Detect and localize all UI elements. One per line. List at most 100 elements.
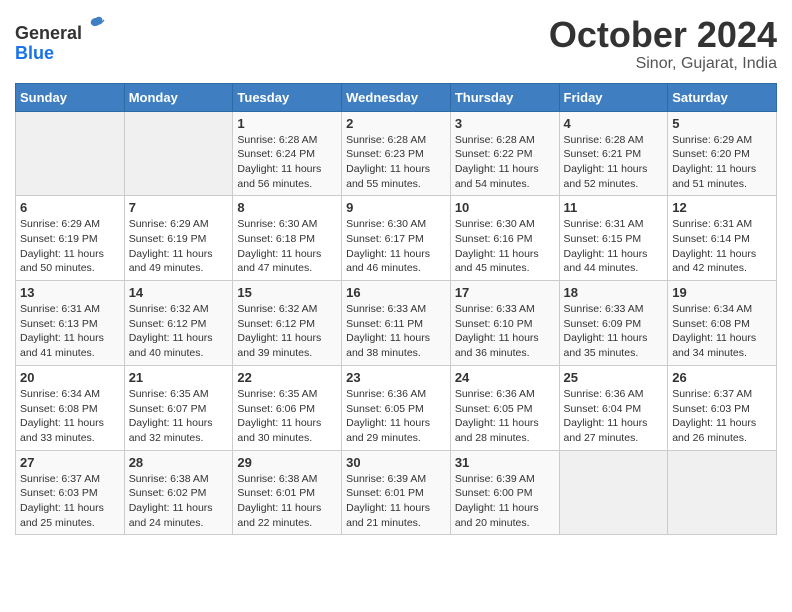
day-number: 11: [564, 200, 664, 215]
calendar-cell: [16, 111, 125, 196]
day-number: 26: [672, 370, 772, 385]
day-info: Sunrise: 6:36 AMSunset: 6:05 PMDaylight:…: [346, 387, 446, 446]
header-friday: Friday: [559, 83, 668, 111]
day-number: 25: [564, 370, 664, 385]
week-row-0: 1 Sunrise: 6:28 AMSunset: 6:24 PMDaylight…: [16, 111, 777, 196]
day-info: Sunrise: 6:31 AMSunset: 6:13 PMDaylight:…: [20, 302, 120, 361]
day-number: 24: [455, 370, 555, 385]
day-info: Sunrise: 6:37 AMSunset: 6:03 PMDaylight:…: [672, 387, 772, 446]
day-number: 10: [455, 200, 555, 215]
day-number: 31: [455, 455, 555, 470]
calendar-cell: 5 Sunrise: 6:29 AMSunset: 6:20 PMDaylight…: [668, 111, 777, 196]
calendar-cell: 21 Sunrise: 6:35 AMSunset: 6:07 PMDayligh…: [124, 365, 233, 450]
day-info: Sunrise: 6:29 AMSunset: 6:20 PMDaylight:…: [672, 133, 772, 192]
calendar-cell: 9 Sunrise: 6:30 AMSunset: 6:17 PMDaylight…: [342, 196, 451, 281]
day-number: 30: [346, 455, 446, 470]
day-number: 6: [20, 200, 120, 215]
header-row: SundayMondayTuesdayWednesdayThursdayFrid…: [16, 83, 777, 111]
day-number: 23: [346, 370, 446, 385]
calendar-cell: 27 Sunrise: 6:37 AMSunset: 6:03 PMDayligh…: [16, 450, 125, 535]
day-info: Sunrise: 6:32 AMSunset: 6:12 PMDaylight:…: [237, 302, 337, 361]
day-info: Sunrise: 6:38 AMSunset: 6:01 PMDaylight:…: [237, 472, 337, 531]
day-info: Sunrise: 6:34 AMSunset: 6:08 PMDaylight:…: [20, 387, 120, 446]
day-info: Sunrise: 6:36 AMSunset: 6:05 PMDaylight:…: [455, 387, 555, 446]
calendar-cell: [559, 450, 668, 535]
day-number: 20: [20, 370, 120, 385]
page-header: General Blue October 2024 Sinor, Gujarat…: [15, 15, 777, 73]
day-number: 28: [129, 455, 229, 470]
calendar-cell: 13 Sunrise: 6:31 AMSunset: 6:13 PMDayligh…: [16, 281, 125, 366]
day-info: Sunrise: 6:28 AMSunset: 6:22 PMDaylight:…: [455, 133, 555, 192]
logo-blue-text: Blue: [15, 44, 108, 64]
calendar-cell: 22Sunrise: 6:35 AMSunset: 6:06 PMDayligh…: [233, 365, 342, 450]
logo-text: General: [15, 15, 108, 44]
day-number: 9: [346, 200, 446, 215]
calendar-cell: 31 Sunrise: 6:39 AMSunset: 6:00 PMDayligh…: [450, 450, 559, 535]
day-number: 4: [564, 116, 664, 131]
calendar-cell: 1 Sunrise: 6:28 AMSunset: 6:24 PMDaylight…: [233, 111, 342, 196]
calendar-cell: 19 Sunrise: 6:34 AMSunset: 6:08 PMDayligh…: [668, 281, 777, 366]
day-info: Sunrise: 6:28 AMSunset: 6:24 PMDaylight:…: [237, 133, 337, 192]
location-subtitle: Sinor, Gujarat, India: [549, 55, 777, 73]
calendar-table: SundayMondayTuesdayWednesdayThursdayFrid…: [15, 83, 777, 536]
header-thursday: Thursday: [450, 83, 559, 111]
day-number: 14: [129, 285, 229, 300]
calendar-cell: 12 Sunrise: 6:31 AMSunset: 6:14 PMDayligh…: [668, 196, 777, 281]
calendar-cell: 18 Sunrise: 6:33 AMSunset: 6:09 PMDayligh…: [559, 281, 668, 366]
calendar-cell: 15 Sunrise: 6:32 AMSunset: 6:12 PMDayligh…: [233, 281, 342, 366]
calendar-cell: 20 Sunrise: 6:34 AMSunset: 6:08 PMDayligh…: [16, 365, 125, 450]
calendar-cell: 29 Sunrise: 6:38 AMSunset: 6:01 PMDayligh…: [233, 450, 342, 535]
day-info: Sunrise: 6:31 AMSunset: 6:15 PMDaylight:…: [564, 217, 664, 276]
day-number: 12: [672, 200, 772, 215]
day-number: 2: [346, 116, 446, 131]
day-info: Sunrise: 6:29 AMSunset: 6:19 PMDaylight:…: [20, 217, 120, 276]
calendar-cell: 24 Sunrise: 6:36 AMSunset: 6:05 PMDayligh…: [450, 365, 559, 450]
day-info: Sunrise: 6:39 AMSunset: 6:01 PMDaylight:…: [346, 472, 446, 531]
week-row-1: 6 Sunrise: 6:29 AMSunset: 6:19 PMDaylight…: [16, 196, 777, 281]
calendar-cell: 16Sunrise: 6:33 AMSunset: 6:11 PMDayligh…: [342, 281, 451, 366]
calendar-body: 1 Sunrise: 6:28 AMSunset: 6:24 PMDaylight…: [16, 111, 777, 535]
calendar-cell: 30 Sunrise: 6:39 AMSunset: 6:01 PMDayligh…: [342, 450, 451, 535]
header-saturday: Saturday: [668, 83, 777, 111]
day-number: 16: [346, 285, 446, 300]
day-info: Sunrise: 6:28 AMSunset: 6:21 PMDaylight:…: [564, 133, 664, 192]
day-info: Sunrise: 6:33 AMSunset: 6:09 PMDaylight:…: [564, 302, 664, 361]
week-row-2: 13 Sunrise: 6:31 AMSunset: 6:13 PMDayligh…: [16, 281, 777, 366]
day-number: 29: [237, 455, 337, 470]
day-number: 21: [129, 370, 229, 385]
header-monday: Monday: [124, 83, 233, 111]
calendar-cell: 14Sunrise: 6:32 AMSunset: 6:12 PMDayligh…: [124, 281, 233, 366]
calendar-header: SundayMondayTuesdayWednesdayThursdayFrid…: [16, 83, 777, 111]
day-info: Sunrise: 6:34 AMSunset: 6:08 PMDaylight:…: [672, 302, 772, 361]
day-number: 7: [129, 200, 229, 215]
day-info: Sunrise: 6:31 AMSunset: 6:14 PMDaylight:…: [672, 217, 772, 276]
calendar-cell: 17Sunrise: 6:33 AMSunset: 6:10 PMDayligh…: [450, 281, 559, 366]
calendar-cell: 2Sunrise: 6:28 AMSunset: 6:23 PMDaylight…: [342, 111, 451, 196]
calendar-cell: 23 Sunrise: 6:36 AMSunset: 6:05 PMDayligh…: [342, 365, 451, 450]
day-info: Sunrise: 6:37 AMSunset: 6:03 PMDaylight:…: [20, 472, 120, 531]
header-sunday: Sunday: [16, 83, 125, 111]
day-info: Sunrise: 6:30 AMSunset: 6:17 PMDaylight:…: [346, 217, 446, 276]
day-number: 19: [672, 285, 772, 300]
day-info: Sunrise: 6:29 AMSunset: 6:19 PMDaylight:…: [129, 217, 229, 276]
day-number: 5: [672, 116, 772, 131]
calendar-cell: 6 Sunrise: 6:29 AMSunset: 6:19 PMDaylight…: [16, 196, 125, 281]
calendar-cell: [124, 111, 233, 196]
day-number: 13: [20, 285, 120, 300]
day-number: 1: [237, 116, 337, 131]
calendar-cell: 10Sunrise: 6:30 AMSunset: 6:16 PMDayligh…: [450, 196, 559, 281]
day-info: Sunrise: 6:35 AMSunset: 6:07 PMDaylight:…: [129, 387, 229, 446]
week-row-4: 27 Sunrise: 6:37 AMSunset: 6:03 PMDayligh…: [16, 450, 777, 535]
day-number: 22: [237, 370, 337, 385]
day-number: 17: [455, 285, 555, 300]
logo-blue: Blue: [15, 43, 54, 63]
header-wednesday: Wednesday: [342, 83, 451, 111]
calendar-cell: 3Sunrise: 6:28 AMSunset: 6:22 PMDaylight…: [450, 111, 559, 196]
day-number: 18: [564, 285, 664, 300]
day-number: 15: [237, 285, 337, 300]
week-row-3: 20 Sunrise: 6:34 AMSunset: 6:08 PMDayligh…: [16, 365, 777, 450]
day-info: Sunrise: 6:38 AMSunset: 6:02 PMDaylight:…: [129, 472, 229, 531]
day-info: Sunrise: 6:39 AMSunset: 6:00 PMDaylight:…: [455, 472, 555, 531]
calendar-cell: 26 Sunrise: 6:37 AMSunset: 6:03 PMDayligh…: [668, 365, 777, 450]
day-number: 27: [20, 455, 120, 470]
